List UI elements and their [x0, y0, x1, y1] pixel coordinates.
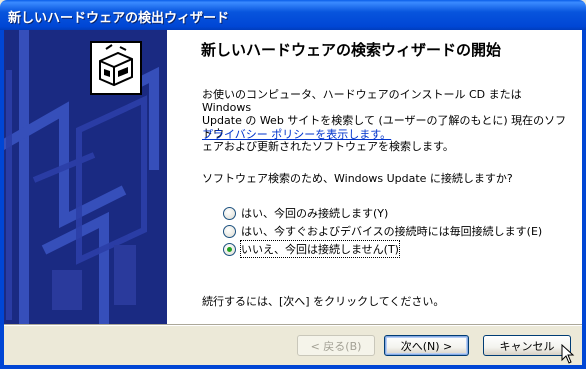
wizard-window: 新しいハードウェアの検出ウィザード 新しいハードウェアの検索ウィザードの開始 お… — [0, 0, 586, 369]
radio-button-selected[interactable] — [223, 242, 236, 256]
option-label: はい、今回のみ接続します(Y) — [241, 207, 389, 220]
window-frame-bottom — [0, 365, 586, 369]
cancel-button[interactable]: キャンセル — [483, 335, 571, 356]
window-frame-right — [582, 30, 586, 369]
footer-separator — [4, 324, 582, 326]
radio-button[interactable] — [223, 206, 236, 220]
option-connect-once[interactable]: はい、今回のみ接続します(Y) — [223, 205, 388, 221]
privacy-policy-link[interactable]: プライバシー ポリシーを表示します。 — [202, 126, 391, 142]
hardware-wizard-icon — [90, 41, 142, 95]
mouse-cursor-icon — [561, 344, 575, 364]
back-button[interactable]: < 戻る(B) — [297, 335, 375, 356]
page-heading: 新しいハードウェアの検索ウィザードの開始 — [201, 41, 502, 59]
connect-question: ソフトウェア検索のため、Windows Update に接続しますか? — [202, 172, 513, 185]
wizard-side-panel — [4, 30, 167, 324]
option-do-not-connect[interactable]: いいえ、今回は接続しません(T) — [223, 240, 400, 258]
description-line: お使いのコンピュータ、ハードウェアのインストール CD または Windows — [202, 88, 522, 114]
title-bar[interactable]: 新しいハードウェアの検出ウィザード — [0, 0, 586, 30]
side-panel-art — [4, 30, 167, 324]
option-label: いいえ、今回は接続しません(T) — [240, 240, 400, 258]
continue-instruction: 続行するには、[次へ] をクリックしてください。 — [202, 295, 445, 308]
option-label: はい、今すぐおよびデバイスの接続時には毎回接続します(E) — [241, 225, 543, 238]
window-title: 新しいハードウェアの検出ウィザード — [8, 11, 230, 26]
option-connect-always[interactable]: はい、今すぐおよびデバイスの接続時には毎回接続します(E) — [223, 223, 542, 239]
description-text: お使いのコンピュータ、ハードウェアのインストール CD または Windows … — [202, 88, 572, 153]
wizard-content: 新しいハードウェアの検索ウィザードの開始 お使いのコンピュータ、ハードウェアのイ… — [167, 30, 582, 324]
radio-button[interactable] — [223, 224, 236, 238]
next-button[interactable]: 次へ(N) > — [384, 335, 469, 356]
